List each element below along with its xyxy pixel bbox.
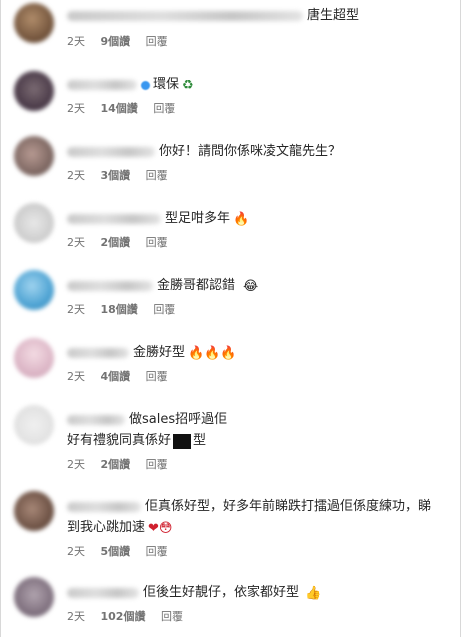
like-count[interactable]: 18個讚 [101,303,138,316]
comment-time: 2天 [67,370,85,383]
comment-text-line2: 到我心跳加速 [67,520,146,535]
like-count[interactable]: 14個讚 [101,102,138,115]
username[interactable] [67,348,129,358]
comment-time: 2天 [67,236,85,249]
avatar[interactable] [14,203,54,243]
avatar[interactable] [14,71,54,111]
reply-button[interactable]: 回覆 [146,458,168,471]
comment-text: 佢真係好型，好多年前睇跌打擂過佢係度練功，睇 [145,499,432,514]
like-count[interactable]: 9個讚 [101,35,131,48]
avatar[interactable] [14,3,54,43]
avatar[interactable] [14,338,54,378]
comment-text: 金勝好型 [133,345,186,360]
like-count[interactable]: 4個讚 [101,370,131,383]
like-count[interactable]: 3個讚 [101,169,131,182]
heart-flushed-emoji-icon: ❤😳 [148,520,173,536]
comment-time: 2天 [67,102,85,115]
comment-text-line2-end: 型 [193,433,207,448]
comment-text: 環保 [153,77,180,92]
comment-time: 2天 [67,169,85,182]
reply-button[interactable]: 回覆 [153,303,175,316]
reply-button[interactable]: 回覆 [146,35,168,48]
redaction-box [173,433,192,449]
comments-panel: 唐生超型 2天 9個讚 回覆 環保 ♻ 2天 14個讚 回覆 你好！請問你係咪凌… [0,0,461,637]
comment-time: 2天 [67,35,85,48]
recycle-emoji-icon: ♻ [182,77,194,93]
reply-button[interactable]: 回覆 [146,236,168,249]
username[interactable] [67,214,161,224]
avatar[interactable] [14,577,54,617]
username[interactable] [67,11,303,21]
username[interactable] [67,147,155,157]
comment-text: 唐生超型 [307,8,360,23]
reply-button[interactable]: 回覆 [146,169,168,182]
username[interactable] [67,502,141,512]
laughing-emoji-icon: 😂 [243,278,259,294]
like-count[interactable]: 2個讚 [101,236,131,249]
thumbs-up-emoji-icon: 👍 [305,585,322,601]
comment-text: 型足咁多年 [165,211,231,226]
username[interactable] [67,415,125,425]
reply-button[interactable]: 回覆 [161,610,183,623]
avatar[interactable] [14,491,54,531]
avatar[interactable] [14,270,54,310]
avatar[interactable] [14,405,54,445]
fire-emoji-icon: 🔥 [233,211,250,227]
comment-text: 你好！請問你係咪凌文龍先生？ [159,144,342,159]
avatar[interactable] [14,136,54,176]
fire-emoji-icon: 🔥🔥🔥 [188,345,237,361]
comment-text-line2: 好有禮貌同真係好 [67,433,172,448]
username[interactable] [67,80,137,90]
comment-time: 2天 [67,458,85,471]
comment-text: 金勝哥都認錯 [157,278,236,293]
like-count[interactable]: 5個讚 [101,545,131,558]
reply-button[interactable]: 回覆 [153,102,175,115]
comment-time: 2天 [67,303,85,316]
username[interactable] [67,281,153,291]
comment-text: 佢後生好靚仔，依家都好型 [143,585,300,600]
verified-badge-icon [141,80,150,90]
reply-button[interactable]: 回覆 [146,545,168,558]
like-count[interactable]: 2個讚 [101,458,131,471]
comment-time: 2天 [67,610,85,623]
comment-text: 做sales招呼過佢 [129,412,228,427]
reply-button[interactable]: 回覆 [146,370,168,383]
username[interactable] [67,588,139,598]
like-count[interactable]: 102個讚 [101,610,146,623]
comment-time: 2天 [67,545,85,558]
